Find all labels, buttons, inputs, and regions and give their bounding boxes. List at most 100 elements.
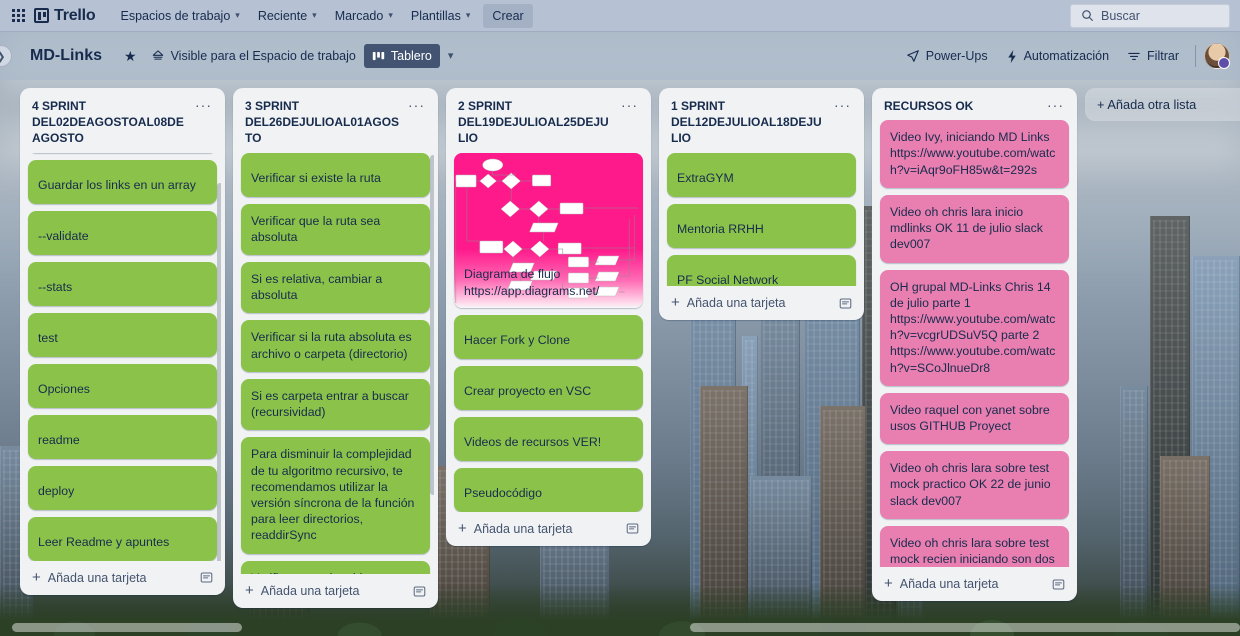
power-ups-icon <box>906 50 919 62</box>
filter-button[interactable]: Filtrar <box>1119 44 1187 68</box>
card-template-icon[interactable] <box>413 585 426 598</box>
list-cards[interactable]: Error, no se encontraron links Guardar l… <box>24 153 221 561</box>
card[interactable]: --stats <box>28 261 217 306</box>
card[interactable]: readme <box>28 414 217 459</box>
card-with-cover-image[interactable]: Diagrama de flujo https://app.diagrams.n… <box>454 152 643 308</box>
card-template-icon[interactable] <box>839 297 852 310</box>
card-title: Videos de recursos VER! <box>464 435 602 450</box>
card[interactable]: Video oh chris lara inicio mdlinks OK 11… <box>880 194 1069 263</box>
list-cards[interactable]: ExtraGYM Mentoria RRHH PF Social Network <box>663 152 860 286</box>
add-card-button[interactable]: + Añada una tarjeta <box>663 288 860 316</box>
card-template-icon[interactable] <box>1052 578 1065 591</box>
list-menu-icon[interactable]: ··· <box>618 98 641 112</box>
card[interactable]: Verificar si la ruta absoluta es archivo… <box>241 320 430 372</box>
card[interactable]: Pseudocódigo <box>454 467 643 512</box>
card[interactable]: test <box>28 312 217 357</box>
board-visibility-button[interactable]: Visible para el Espacio de trabajo <box>143 44 364 68</box>
card-title: Verificar que el archivo sea MD <box>251 570 420 574</box>
scrollbar-thumb-right[interactable] <box>690 623 1240 632</box>
card[interactable]: Opciones <box>28 363 217 408</box>
card-title: Pseudocódigo <box>464 486 542 501</box>
card[interactable]: Si es relativa, cambiar a absoluta <box>241 262 430 314</box>
card-title: Si es carpeta entrar a buscar (recursivi… <box>251 388 409 420</box>
card[interactable]: Crear proyecto en VSC <box>454 365 643 410</box>
card[interactable]: Mentoria RRHH <box>667 203 856 248</box>
list-menu-icon[interactable]: ··· <box>192 98 215 112</box>
list-title[interactable]: 2 SPRINT DEL19DEJULIOAL25DEJULIO <box>458 98 614 147</box>
nav-item-starred[interactable]: Marcado ▾ <box>326 4 402 28</box>
board-horizontal-scrollbar[interactable] <box>8 623 1240 632</box>
create-button[interactable]: Crear <box>483 3 533 28</box>
card-template-icon[interactable] <box>626 522 639 535</box>
list-cards[interactable]: Diagrama de flujo https://app.diagrams.n… <box>450 152 647 512</box>
card[interactable]: deploy <box>28 465 217 510</box>
board-view-dropdown[interactable]: ▾ <box>440 46 462 67</box>
card[interactable]: Verificar si existe la ruta <box>241 152 430 197</box>
card[interactable]: ExtraGYM <box>667 152 856 197</box>
power-ups-button[interactable]: Power-Ups <box>898 44 996 68</box>
card[interactable]: Para disminuir la complejidad de tu algo… <box>241 437 430 554</box>
apps-grid-icon[interactable] <box>10 8 26 24</box>
nav-item-recent[interactable]: Reciente ▾ <box>249 4 326 28</box>
card[interactable]: Guardar los links en un array <box>28 159 217 204</box>
add-card-button[interactable]: + Añada una tarjeta <box>450 514 647 542</box>
board-visibility-label: Visible para el Espacio de trabajo <box>170 49 356 63</box>
card[interactable]: Hacer Fork y Clone <box>454 314 643 359</box>
card-title: Mentoria RRHH <box>677 222 764 237</box>
list-4-sprint[interactable]: 4 SPRINT DEL02DEAGOSTOAL08DEAGOSTO ··· E… <box>20 88 225 595</box>
card[interactable]: --validate <box>28 210 217 255</box>
card[interactable]: Verificar que la ruta sea absoluta <box>241 203 430 255</box>
card[interactable]: Video oh chris lara sobre test mock prac… <box>880 451 1069 519</box>
flowchart-diagram-image: Diagrama de flujo https://app.diagrams.n… <box>454 152 643 308</box>
card[interactable]: Videos de recursos VER! <box>454 416 643 461</box>
list-title[interactable]: 3 SPRINT DEL26DEJULIOAL01AGOSTO <box>245 98 401 147</box>
search-placeholder: Buscar <box>1101 8 1140 23</box>
list-title[interactable]: 4 SPRINT DEL02DEAGOSTOAL08DEAGOSTO <box>32 98 188 147</box>
list-1-sprint[interactable]: 1 SPRINT DEL12DEJULIOAL18DEJULIO ··· Ext… <box>659 88 864 320</box>
list-menu-icon[interactable]: ··· <box>405 98 428 112</box>
search-input[interactable]: Buscar <box>1070 3 1230 28</box>
list-cards[interactable]: Video Ivy, iniciando MD Links https://ww… <box>876 120 1073 567</box>
chevron-down-icon: ▾ <box>312 10 317 20</box>
card-title: Verificar que la ruta sea absoluta <box>251 213 381 244</box>
card[interactable]: Leer Readme y apuntes <box>28 516 217 561</box>
trello-home-link[interactable]: Trello <box>34 7 96 25</box>
list-menu-icon[interactable]: ··· <box>831 98 854 112</box>
card[interactable]: Verificar que el archivo sea MD <box>241 560 430 574</box>
star-board-icon[interactable]: ★ <box>118 43 143 70</box>
add-card-button[interactable]: + Añada una tarjeta <box>24 563 221 591</box>
card[interactable]: Video oh chris lara sobre test mock reci… <box>880 525 1069 567</box>
list-scrollbar[interactable] <box>217 182 221 561</box>
board-view-button[interactable]: Tablero <box>363 44 440 68</box>
nav-item-templates[interactable]: Plantillas ▾ <box>402 4 480 28</box>
add-card-button[interactable]: + Añada una tarjeta <box>237 576 434 604</box>
card[interactable]: PF Social Network <box>667 254 856 286</box>
sidebar-toggle-chevron-right-icon[interactable]: ❯ <box>0 45 12 67</box>
list-title[interactable]: 1 SPRINT DEL12DEJULIOAL18DEJULIO <box>671 98 827 147</box>
add-card-button[interactable]: + Añada una tarjeta <box>876 569 1073 597</box>
card-title: readme <box>38 433 80 448</box>
add-another-list-button[interactable]: + Añada otra lista <box>1085 88 1240 121</box>
card[interactable]: Video raquel con yanet sobre usos GITHUB… <box>880 392 1069 445</box>
list-3-sprint[interactable]: 3 SPRINT DEL26DEJULIOAL01AGOSTO ··· Veri… <box>233 88 438 608</box>
automation-button[interactable]: Automatización <box>998 44 1117 69</box>
list-title[interactable]: RECURSOS OK <box>884 98 1040 114</box>
chevron-down-icon: ▾ <box>235 10 240 20</box>
card[interactable]: OH grupal MD-Links Chris 14 de julio par… <box>880 269 1069 386</box>
list-menu-icon[interactable]: ··· <box>1044 98 1067 112</box>
card[interactable]: Si es carpeta entrar a buscar (recursivi… <box>241 378 430 431</box>
board-title[interactable]: MD-Links <box>24 44 108 68</box>
cover-caption-url: https://app.diagrams.net/ <box>464 283 600 298</box>
workspace-visible-icon <box>152 50 163 60</box>
card-title: PF Social Network <box>677 273 779 286</box>
nav-item-workspaces[interactable]: Espacios de trabajo ▾ <box>111 4 248 28</box>
list-recursos-ok[interactable]: RECURSOS OK ··· Video Ivy, iniciando MD … <box>872 88 1077 601</box>
list-cards[interactable]: Verificar si existe la ruta Verificar qu… <box>237 152 434 574</box>
card-template-icon[interactable] <box>200 571 213 584</box>
card[interactable]: Video Ivy, iniciando MD Links https://ww… <box>880 120 1069 188</box>
user-avatar[interactable] <box>1204 43 1230 69</box>
board-lists-container[interactable]: 4 SPRINT DEL02DEAGOSTOAL08DEAGOSTO ··· E… <box>0 80 1240 636</box>
list-2-sprint[interactable]: 2 SPRINT DEL19DEJULIOAL25DEJULIO ··· Dia… <box>446 88 651 546</box>
scrollbar-thumb-left[interactable] <box>12 623 242 632</box>
list-scrollbar[interactable] <box>430 154 434 495</box>
